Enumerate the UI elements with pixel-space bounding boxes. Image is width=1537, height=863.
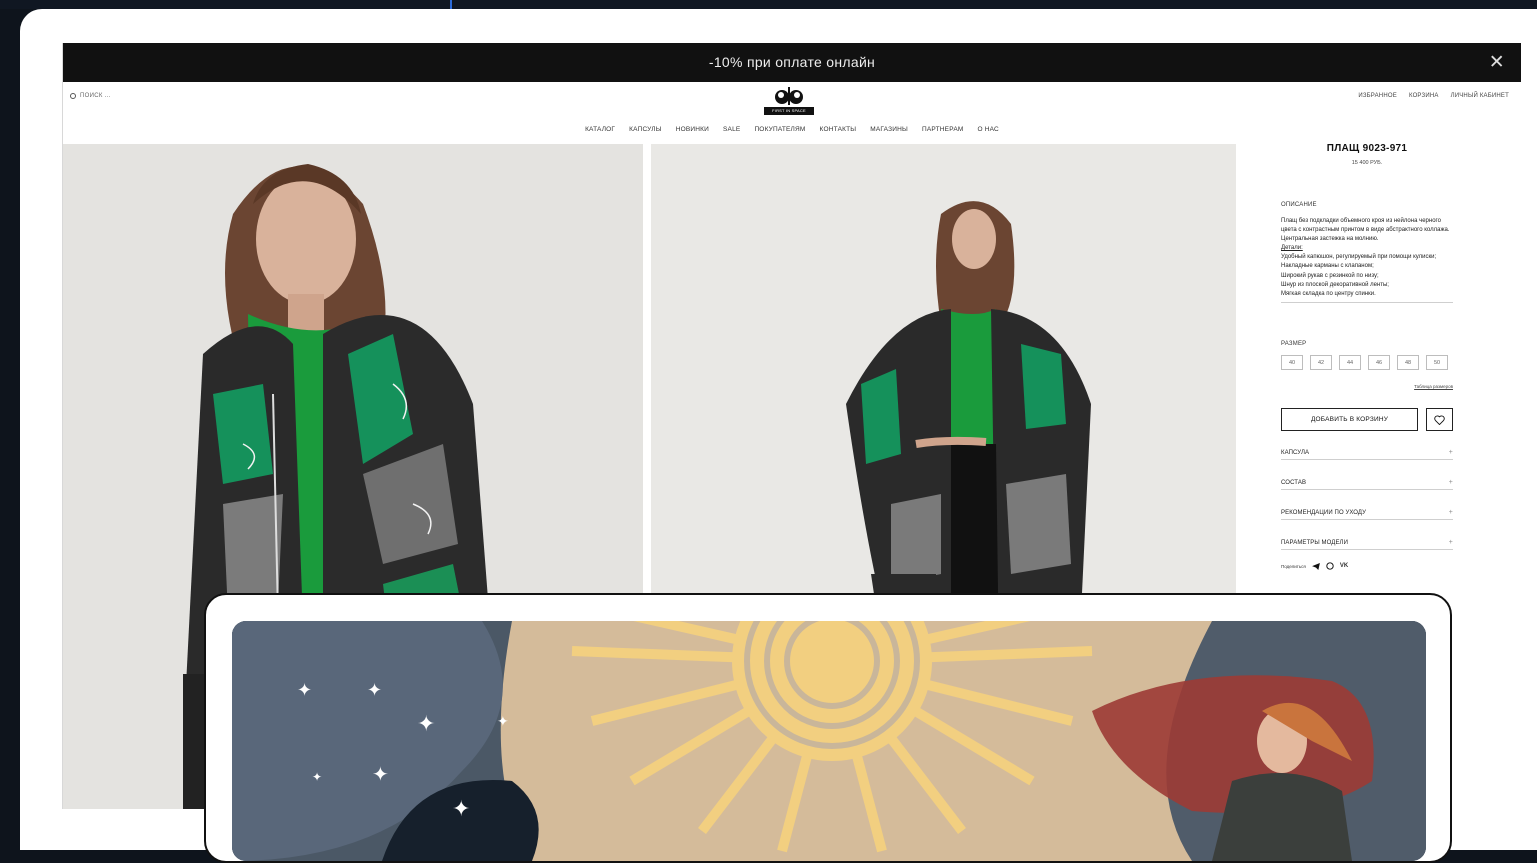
nav-new[interactable]: НОВИНКИ: [676, 126, 709, 133]
svg-text:✦: ✦: [367, 680, 382, 701]
promo-banner-image[interactable]: ✦ ✦ ✦ ✦ ✦ ✦ ✦: [232, 621, 1426, 861]
size-section: РАЗМЕР 40 42 44 46 48 50: [1281, 341, 1453, 370]
accordion-label: КАПСУЛА: [1281, 450, 1310, 456]
add-to-cart-button[interactable]: ДОБАВИТЬ В КОРЗИНУ: [1281, 408, 1418, 431]
nav-about[interactable]: О НАС: [977, 126, 998, 133]
plus-icon: +: [1448, 449, 1453, 456]
size-table-link[interactable]: Таблица размеров: [1414, 384, 1453, 389]
heart-icon: [1434, 414, 1445, 425]
search-input[interactable]: ПОИСК ...: [70, 93, 111, 99]
product-info-panel: ПЛАЩ 9023-971 15 400 РУБ. ОПИСАНИЕ Плащ …: [1281, 143, 1453, 570]
main-nav: КАТАЛОГ КАПСУЛЫ НОВИНКИ SALE ПОКУПАТЕЛЯМ…: [63, 126, 1521, 133]
user-nav: ИЗБРАННОЕ КОРЗИНА ЛИЧНЫЙ КАБИНЕТ: [1358, 93, 1509, 99]
search-icon: [70, 93, 76, 99]
nav-customers[interactable]: ПОКУПАТЕЛЯМ: [754, 126, 805, 133]
size-option-50[interactable]: 50: [1426, 355, 1448, 370]
whatsapp-icon[interactable]: [1326, 562, 1334, 570]
size-option-46[interactable]: 46: [1368, 355, 1390, 370]
product-title: ПЛАЩ 9023-971: [1326, 143, 1408, 154]
banner-illustration: ✦ ✦ ✦ ✦ ✦ ✦ ✦: [232, 621, 1426, 861]
size-option-44[interactable]: 44: [1339, 355, 1361, 370]
promo-bar: -10% при оплате онлайн ✕: [63, 43, 1521, 82]
favorites-link[interactable]: ИЗБРАННОЕ: [1358, 93, 1397, 99]
account-link[interactable]: ЛИЧНЫЙ КАБИНЕТ: [1451, 93, 1509, 99]
accordion-composition[interactable]: СОСТАВ +: [1281, 479, 1453, 490]
telegram-icon[interactable]: [1311, 562, 1320, 570]
product-price: 15 400 РУБ.: [1351, 160, 1383, 166]
detail-item: Удобный капюшон, регулируемый при помощи…: [1281, 254, 1437, 261]
svg-text:✦: ✦: [297, 680, 312, 701]
svg-text:✦: ✦: [417, 712, 435, 737]
details-label: Детали:: [1281, 245, 1303, 252]
nav-stores[interactable]: МАГАЗИНЫ: [870, 126, 908, 133]
logo-text: FIRST IN SPACE: [764, 107, 814, 115]
size-option-48[interactable]: 48: [1397, 355, 1419, 370]
nav-capsules[interactable]: КАПСУЛЫ: [629, 126, 662, 133]
detail-item: Шнур из плоской декоративной ленты;: [1281, 281, 1389, 288]
accordion-label: ПАРАМЕТРЫ МОДЕЛИ: [1281, 540, 1349, 546]
close-icon[interactable]: ✕: [1489, 43, 1505, 82]
search-placeholder: ПОИСК ...: [80, 93, 111, 99]
detail-item: Мягкая складка по центру спинки.: [1281, 290, 1376, 297]
vk-icon[interactable]: VK: [1340, 563, 1348, 569]
logo-icon: [775, 87, 803, 105]
svg-text:✦: ✦: [452, 797, 470, 822]
svg-text:✦: ✦: [312, 770, 322, 784]
favorite-button[interactable]: [1426, 408, 1453, 431]
description-section: ОПИСАНИЕ Плащ без подкладки объемного кр…: [1281, 202, 1453, 303]
cart-link[interactable]: КОРЗИНА: [1409, 93, 1439, 99]
tab-indicator: [450, 0, 452, 9]
size-option-40[interactable]: 40: [1281, 355, 1303, 370]
accordion-capsule[interactable]: КАПСУЛА +: [1281, 449, 1453, 460]
site-logo[interactable]: FIRST IN SPACE: [764, 85, 814, 115]
size-heading: РАЗМЕР: [1281, 341, 1307, 347]
browser-top-strip: [0, 0, 1537, 9]
description-text: Плащ без подкладки объемного кроя из ней…: [1281, 217, 1453, 303]
share-row: Поделиться VK: [1281, 562, 1348, 570]
nav-contacts[interactable]: КОНТАКТЫ: [820, 126, 857, 133]
size-options: 40 42 44 46 48 50: [1281, 355, 1453, 370]
size-option-42[interactable]: 42: [1310, 355, 1332, 370]
share-label: Поделиться: [1281, 563, 1306, 569]
accordion-label: СОСТАВ: [1281, 480, 1307, 486]
promo-text: -10% при оплате онлайн: [708, 54, 876, 70]
detail-item: Накладные карманы с клапаном;: [1281, 263, 1374, 270]
accordion-label: РЕКОМЕНДАЦИИ ПО УХОДУ: [1281, 510, 1367, 516]
description-heading: ОПИСАНИЕ: [1281, 202, 1317, 208]
detail-item: Широкий рукав с резинкой по низу;: [1281, 272, 1379, 279]
accordion-care[interactable]: РЕКОМЕНДАЦИИ ПО УХОДУ +: [1281, 509, 1453, 520]
plus-icon: +: [1448, 539, 1453, 546]
nav-sale[interactable]: SALE: [723, 126, 740, 133]
plus-icon: +: [1448, 509, 1453, 516]
description-paragraph: Плащ без подкладки объемного кроя из ней…: [1281, 218, 1450, 243]
nav-catalog[interactable]: КАТАЛОГ: [585, 126, 615, 133]
overlay-panel: ✦ ✦ ✦ ✦ ✦ ✦ ✦: [204, 593, 1452, 863]
plus-icon: +: [1448, 479, 1453, 486]
accordion-model-params[interactable]: ПАРАМЕТРЫ МОДЕЛИ +: [1281, 539, 1453, 550]
svg-text:✦: ✦: [497, 714, 509, 730]
nav-partners[interactable]: ПАРТНЕРАМ: [922, 126, 964, 133]
svg-text:✦: ✦: [372, 762, 389, 786]
